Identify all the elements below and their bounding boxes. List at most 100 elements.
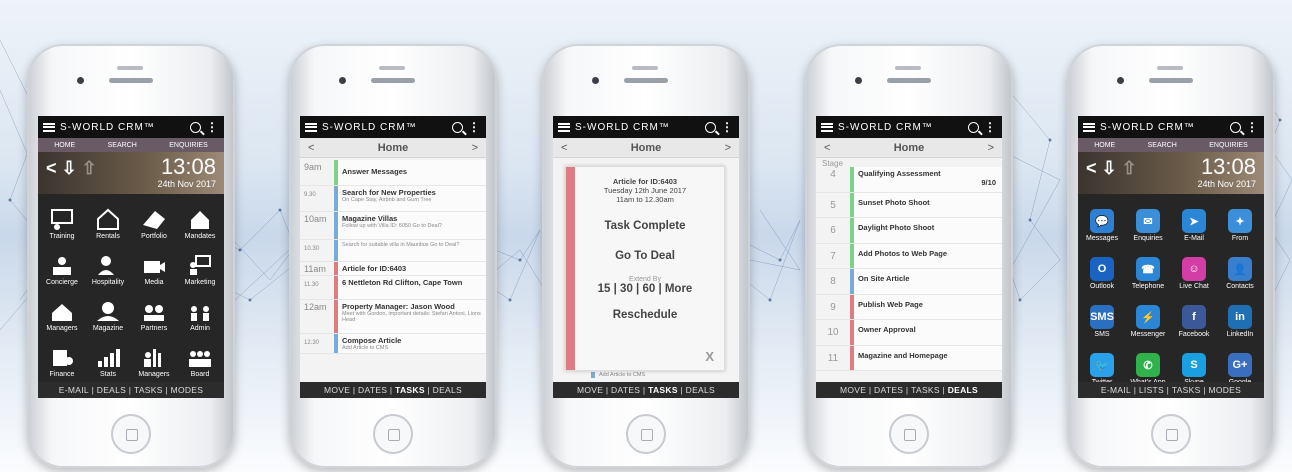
reschedule-button[interactable]: Reschedule (566, 309, 724, 321)
next-day-button[interactable]: > (988, 142, 994, 154)
tile-finance[interactable]: Finance (40, 336, 84, 380)
tile-mandates[interactable]: Mandates (178, 198, 222, 242)
stage-row[interactable]: 8 On Site Article (816, 269, 1002, 295)
task-row[interactable]: 10am Magazine Villas Follow up with Villa… (300, 212, 486, 240)
prev-day-button[interactable]: < (824, 142, 830, 154)
task-complete-button[interactable]: Task Complete (566, 220, 724, 232)
tile-portfolio[interactable]: Portfolio (132, 198, 176, 242)
home-button[interactable] (1151, 414, 1191, 454)
menu-icon[interactable] (821, 122, 833, 132)
stage-row[interactable]: 9 Publish Web Page (816, 294, 1002, 320)
nav-search[interactable]: SEARCH (1148, 142, 1177, 149)
tile-magazine[interactable]: Magazine (86, 290, 130, 334)
tile-contacts[interactable]: 👤 Contacts (1218, 246, 1262, 292)
task-row[interactable]: 9.30 Search for New Properties On Cape St… (300, 186, 486, 212)
search-icon[interactable] (1230, 121, 1241, 133)
task-row[interactable]: 9am Answer Messages (300, 160, 486, 186)
bottom-email[interactable]: E-MAIL (1101, 385, 1131, 395)
tile-rentals[interactable]: Rentals (86, 198, 130, 242)
tile-partners[interactable]: Partners (132, 290, 176, 334)
tile-linkedin[interactable]: in LinkedIn (1218, 294, 1262, 340)
bottom-lists[interactable]: LISTS (1139, 385, 1164, 395)
tile-board[interactable]: Board (178, 336, 222, 380)
search-icon[interactable] (452, 121, 463, 133)
more-icon[interactable]: ⋮ (1246, 121, 1259, 133)
bottom-deals[interactable]: DEALS (948, 385, 978, 395)
stage-row[interactable]: 7 Add Photos to Web Page (816, 243, 1002, 269)
tile-marketing[interactable]: Marketing (178, 244, 222, 288)
extend-options[interactable]: 15 | 30 | 60 | More (566, 283, 724, 295)
tile-stats[interactable]: Stats (86, 336, 130, 380)
home-button[interactable] (889, 414, 929, 454)
nav-enquiries[interactable]: ENQUIRIES (169, 142, 208, 149)
tile-managers-2[interactable]: Managers (132, 336, 176, 380)
bottom-tasks[interactable]: TASKS (395, 385, 425, 395)
bottom-tasks[interactable]: TASKS (911, 385, 940, 395)
next-day-button[interactable]: > (725, 142, 731, 154)
task-row[interactable]: 10.30 Search for suitable villa in Mauri… (300, 240, 486, 262)
close-icon[interactable]: X (705, 349, 714, 364)
prev-day-button[interactable]: < (308, 142, 314, 154)
bottom-tasks[interactable]: TASKS (1172, 385, 1201, 395)
stage-row[interactable]: 4 Qualifying Assessment 9/10 (816, 167, 1002, 193)
bottom-dates[interactable]: DATES (874, 385, 903, 395)
bottom-dates[interactable]: DATES (358, 385, 387, 395)
bottom-modes[interactable]: MODES (171, 385, 204, 395)
tile-hospitality[interactable]: Hospitality (86, 244, 130, 288)
bottom-email[interactable]: E-MAIL (59, 385, 89, 395)
menu-icon[interactable] (1083, 122, 1095, 132)
search-icon[interactable] (705, 121, 716, 133)
back-button[interactable]: < ⇩ ⇧ (1086, 158, 1137, 179)
stage-row[interactable]: 6 Daylight Photo Shoot (816, 218, 1002, 244)
tile-training[interactable]: Training (40, 198, 84, 242)
task-row[interactable]: 11am Article for ID:6403 (300, 262, 486, 276)
tile-telephone[interactable]: ☎ Telephone (1126, 246, 1170, 292)
task-row[interactable]: 12am Property Manager: Jason Wood Meet wi… (300, 300, 486, 334)
tile-concierge[interactable]: Concierge (40, 244, 84, 288)
tile-live-chat[interactable]: ☺ Live Chat (1172, 246, 1216, 292)
bottom-deals[interactable]: DEALS (97, 385, 126, 395)
tile-from[interactable]: ✦ From (1218, 198, 1262, 244)
bottom-dates[interactable]: DATES (611, 385, 640, 395)
prev-day-button[interactable]: < (561, 142, 567, 154)
more-icon[interactable]: ⋮ (468, 121, 481, 133)
stage-row[interactable]: 11 Magazine and Homepage (816, 345, 1002, 371)
search-icon[interactable] (968, 121, 979, 133)
back-button[interactable]: < ⇩ ⇧ (46, 158, 97, 179)
bottom-tasks[interactable]: TASKS (134, 385, 163, 395)
menu-icon[interactable] (558, 122, 570, 132)
more-icon[interactable]: ⋮ (721, 121, 734, 133)
tile-outlook[interactable]: O Outlook (1080, 246, 1124, 292)
tile-managers[interactable]: Managers (40, 290, 84, 334)
bottom-move[interactable]: MOVE (324, 385, 350, 395)
home-button[interactable] (626, 414, 666, 454)
tile-enquiries[interactable]: ✉ Enquiries (1126, 198, 1170, 244)
menu-icon[interactable] (305, 122, 317, 132)
stage-row[interactable]: 5 Sunset Photo Shoot (816, 192, 1002, 218)
bottom-move[interactable]: MOVE (577, 385, 603, 395)
bottom-tasks[interactable]: TASKS (648, 385, 678, 395)
bottom-move[interactable]: MOVE (840, 385, 866, 395)
tile-e-mail[interactable]: ➤ E-Mail (1172, 198, 1216, 244)
nav-search[interactable]: SEARCH (108, 142, 137, 149)
home-button[interactable] (111, 414, 151, 454)
next-day-button[interactable]: > (472, 142, 478, 154)
tile-facebook[interactable]: f Facebook (1172, 294, 1216, 340)
tile-messenger[interactable]: ⚡ Messenger (1126, 294, 1170, 340)
bottom-modes[interactable]: MODES (1208, 385, 1241, 395)
tile-media[interactable]: Media (132, 244, 176, 288)
home-button[interactable] (373, 414, 413, 454)
task-row[interactable]: 11.30 6 Nettleton Rd Clifton, Cape Town (300, 276, 486, 300)
nav-enquiries[interactable]: ENQUIRIES (1209, 142, 1248, 149)
menu-icon[interactable] (43, 122, 55, 132)
bottom-deals[interactable]: DEALS (686, 385, 715, 395)
nav-home[interactable]: HOME (1094, 142, 1115, 149)
more-icon[interactable]: ⋮ (984, 121, 997, 133)
stage-row[interactable]: 10 Owner Approval (816, 320, 1002, 346)
tile-admin[interactable]: Admin (178, 290, 222, 334)
search-icon[interactable] (190, 121, 201, 133)
tile-messages[interactable]: 💬 Messages (1080, 198, 1124, 244)
task-row[interactable]: 12.30 Compose Article Add Article to CMS (300, 334, 486, 354)
nav-home[interactable]: HOME (54, 142, 75, 149)
more-icon[interactable]: ⋮ (206, 121, 219, 133)
